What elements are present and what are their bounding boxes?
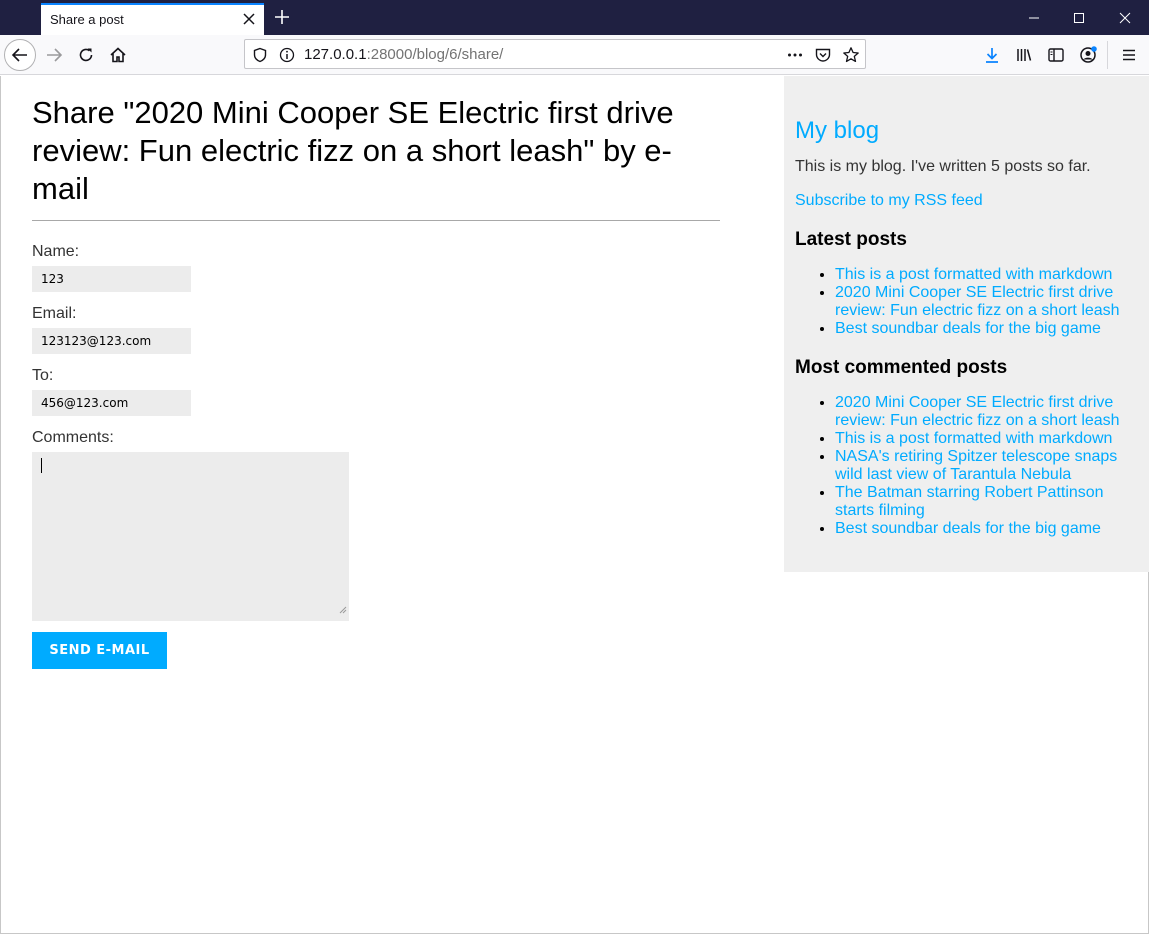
blog-description: This is my blog. I've written 5 posts so… (795, 158, 1091, 175)
library-icon[interactable] (1013, 44, 1035, 66)
comments-textarea[interactable] (32, 452, 349, 621)
page-title: Share "2020 Mini Cooper SE Electric firs… (32, 94, 720, 221)
list-item: NASA's retiring Spitzer telescope snaps … (835, 448, 1139, 484)
url-text: 127.0.0.1:28000/blog/6/share/ (304, 46, 503, 63)
page-actions-icon[interactable] (786, 46, 804, 64)
email-input[interactable] (32, 328, 191, 354)
back-icon[interactable] (4, 39, 36, 71)
browser-navbar: 127.0.0.1:28000/blog/6/share/ (0, 35, 1149, 75)
downloads-icon[interactable] (981, 44, 1003, 66)
latest-post-link[interactable]: Best soundbar deals for the big game (835, 320, 1101, 337)
to-label: To: (32, 367, 54, 384)
home-icon[interactable] (102, 39, 134, 71)
maximize-icon[interactable] (1056, 0, 1102, 35)
email-label: Email: (32, 305, 77, 322)
to-input[interactable] (32, 390, 191, 416)
forward-icon[interactable] (38, 39, 70, 71)
comments-label: Comments: (32, 429, 114, 446)
menu-icon[interactable] (1118, 44, 1140, 66)
new-tab-icon[interactable] (272, 7, 292, 27)
commented-post-link[interactable]: This is a post formatted with markdown (835, 430, 1112, 447)
window-close-icon[interactable] (1102, 0, 1148, 35)
list-item: 2020 Mini Cooper SE Electric first drive… (835, 284, 1139, 320)
reload-icon[interactable] (70, 39, 102, 71)
close-tab-icon[interactable] (240, 10, 258, 28)
browser-titlebar: Share a post (0, 0, 1149, 35)
name-input[interactable] (32, 266, 191, 292)
main-content: Share "2020 Mini Cooper SE Electric firs… (32, 94, 720, 669)
page-viewport: Share "2020 Mini Cooper SE Electric firs… (0, 76, 1149, 934)
blog-sidebar: My blog This is my blog. I've written 5 … (784, 76, 1149, 572)
toolbar-separator (1107, 41, 1108, 69)
list-item: This is a post formatted with markdown (835, 430, 1139, 448)
latest-post-link[interactable]: 2020 Mini Cooper SE Electric first drive… (835, 284, 1120, 319)
minimize-icon[interactable] (1011, 0, 1057, 35)
list-item: The Batman starring Robert Pattinson sta… (835, 484, 1139, 520)
blog-title[interactable]: My blog (795, 117, 1139, 145)
shield-icon[interactable] (251, 46, 269, 64)
list-item: Best soundbar deals for the big game (835, 520, 1139, 538)
bookmark-star-icon[interactable] (842, 46, 860, 64)
list-item: 2020 Mini Cooper SE Electric first drive… (835, 394, 1139, 430)
address-bar[interactable]: 127.0.0.1:28000/blog/6/share/ (244, 39, 866, 69)
pocket-icon[interactable] (814, 46, 832, 64)
rss-feed-link[interactable]: Subscribe to my RSS feed (795, 192, 1139, 210)
url-path: :28000/blog/6/share/ (366, 46, 504, 63)
list-item: Best soundbar deals for the big game (835, 320, 1139, 338)
text-cursor (41, 458, 42, 473)
share-form: Name: Email: To: Comments: SEND E-MAIL (32, 243, 720, 669)
list-item: This is a post formatted with markdown (835, 266, 1139, 284)
latest-posts-heading: Latest posts (795, 229, 907, 250)
commented-post-link[interactable]: 2020 Mini Cooper SE Electric first drive… (835, 394, 1120, 429)
commented-post-link[interactable]: Best soundbar deals for the big game (835, 520, 1101, 537)
tab-title: Share a post (50, 12, 124, 27)
sidebar-icon[interactable] (1045, 44, 1067, 66)
latest-posts-list: This is a post formatted with markdown 2… (795, 266, 1139, 338)
commented-post-link[interactable]: The Batman starring Robert Pattinson sta… (835, 484, 1104, 519)
name-label: Name: (32, 243, 80, 260)
commented-post-link[interactable]: NASA's retiring Spitzer telescope snaps … (835, 448, 1117, 483)
send-email-button[interactable]: SEND E-MAIL (32, 632, 167, 669)
most-commented-list: 2020 Mini Cooper SE Electric first drive… (795, 394, 1139, 538)
most-commented-heading: Most commented posts (795, 357, 1008, 378)
browser-tab[interactable]: Share a post (41, 3, 264, 35)
info-icon[interactable] (278, 46, 296, 64)
latest-post-link[interactable]: This is a post formatted with markdown (835, 266, 1112, 283)
resize-grip-icon[interactable] (339, 601, 347, 619)
account-icon[interactable] (1077, 44, 1099, 66)
url-host: 127.0.0.1 (304, 46, 367, 63)
